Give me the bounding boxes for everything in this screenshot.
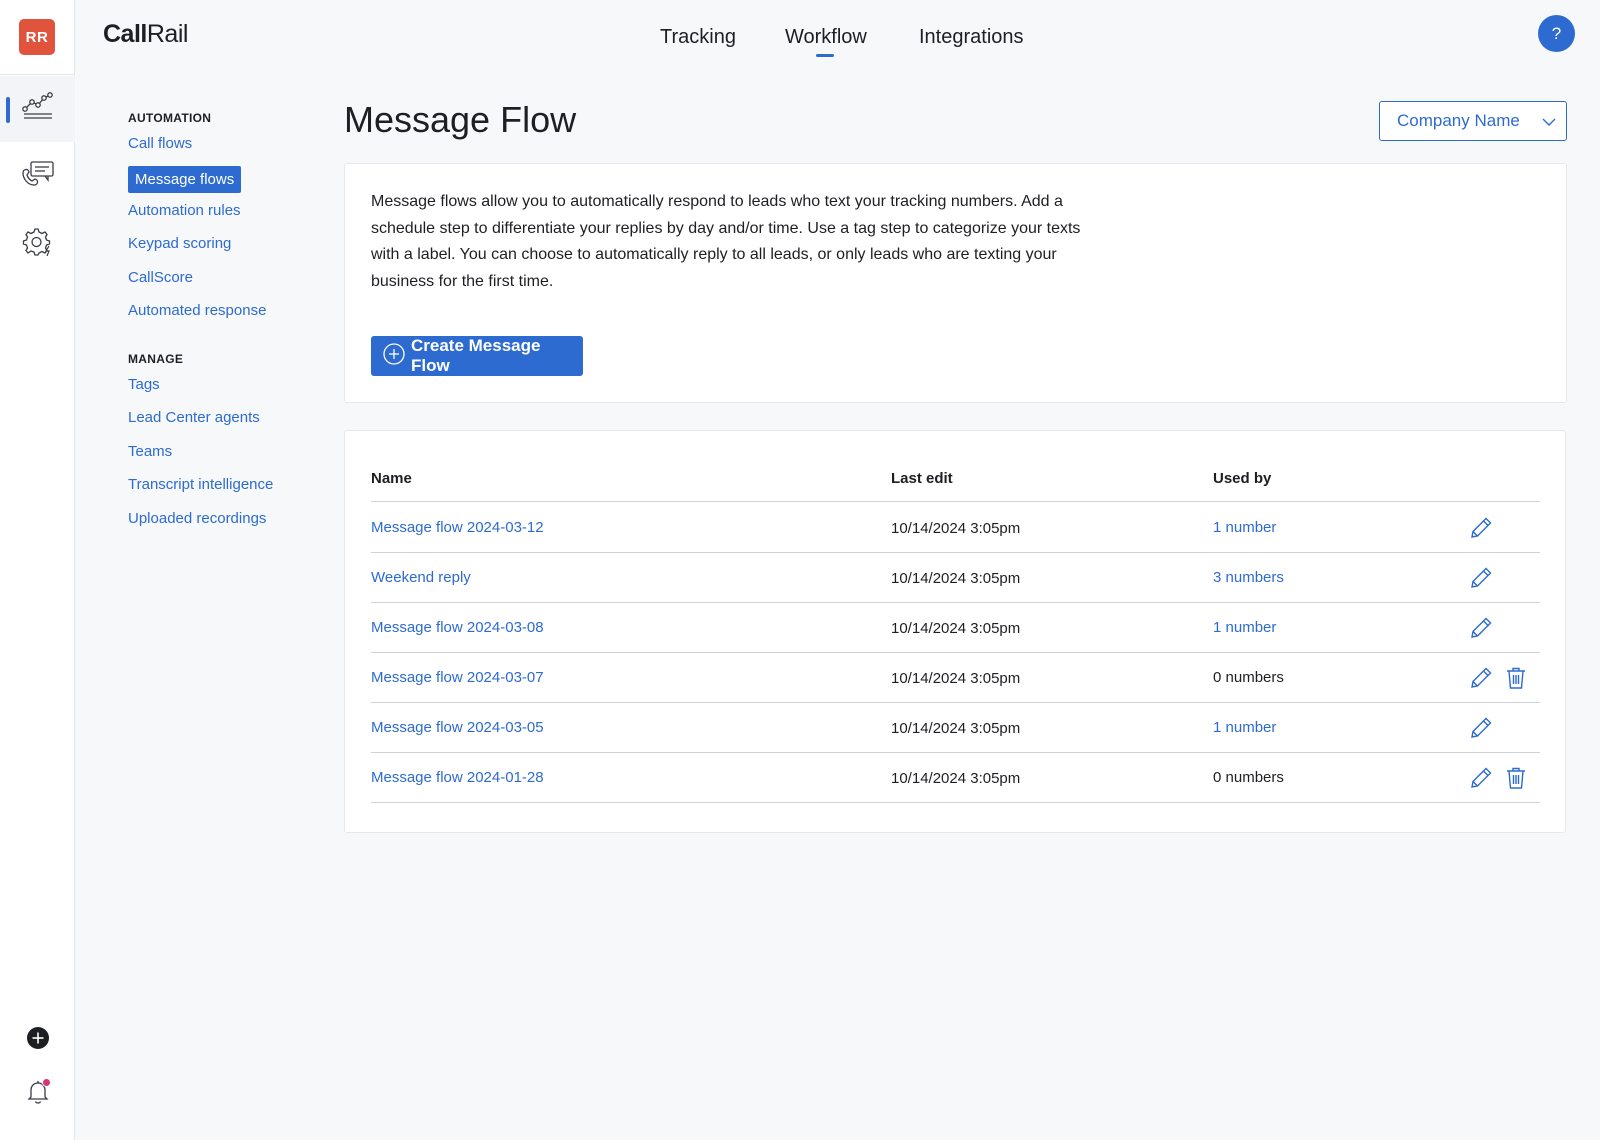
notification-dot — [41, 1078, 51, 1087]
used-by-value[interactable]: 1 number — [1213, 519, 1276, 536]
table-row: Weekend reply 10/14/2024 3:05pm 3 numbers — [371, 552, 1540, 602]
top-navigation: Tracking Workflow Integrations — [0, 26, 1600, 66]
last-edit-value: 10/14/2024 3:05pm — [891, 520, 1021, 537]
callrail-logo[interactable]: CallRail — [103, 20, 188, 49]
sidebar-item-callscore[interactable]: CallScore — [128, 266, 318, 300]
page-title: Message Flow — [344, 99, 577, 140]
used-by-value[interactable]: 3 numbers — [1213, 569, 1284, 586]
logo-bold-text: Call — [103, 20, 147, 48]
table-row: Message flow 2024-03-07 10/14/2024 3:05pm… — [371, 652, 1540, 702]
automation-heading: AUTOMATION — [128, 111, 212, 125]
used-by-value: 0 numbers — [1213, 669, 1284, 686]
rail-notifications-button[interactable] — [0, 1072, 75, 1112]
workflow-sidebar: AUTOMATION Call flows Message flows Auto… — [128, 111, 318, 540]
used-by-value[interactable]: 1 number — [1213, 619, 1276, 636]
sidebar-item-message-flows[interactable]: Message flows — [128, 165, 242, 193]
last-edit-value: 10/14/2024 3:05pm — [891, 770, 1021, 787]
add-circle-icon — [26, 1026, 50, 1055]
rail-conversations-button[interactable] — [0, 143, 75, 209]
edit-pencil-icon[interactable] — [1468, 665, 1494, 691]
create-button-label: Create Message Flow — [411, 336, 541, 375]
last-edit-value: 10/14/2024 3:05pm — [891, 720, 1021, 737]
sidebar-item-keypad-scoring[interactable]: Keypad scoring — [128, 232, 318, 266]
company-select-value: Company Name — [1397, 111, 1520, 130]
description-text: Message flows allow you to automatically… — [371, 193, 1081, 290]
sidebar-item-lead-center-agents[interactable]: Lead Center agents — [128, 406, 318, 440]
rail-divider — [0, 74, 75, 75]
rail-analytics-button[interactable] — [0, 76, 75, 142]
edit-pencil-icon[interactable] — [1468, 765, 1494, 791]
chevron-down-icon — [1542, 114, 1556, 134]
intro-card: Message flows allow you to automatically… — [344, 163, 1567, 403]
nav-tab-tracking[interactable]: Tracking — [660, 26, 736, 49]
help-button[interactable]: ? — [1538, 15, 1575, 52]
used-by-value[interactable]: 1 number — [1213, 719, 1276, 736]
table-row: Message flow 2024-03-12 10/14/2024 3:05pm… — [371, 502, 1540, 552]
flow-name-link[interactable]: Message flow 2024-03-08 — [371, 619, 544, 636]
add-circle-outline-icon — [383, 342, 411, 370]
sidebar-item-transcript-intelligence[interactable]: Transcript intelligence — [128, 473, 318, 507]
rail-add-button[interactable] — [0, 1020, 75, 1060]
used-by-value: 0 numbers — [1213, 769, 1284, 786]
notification-bell-icon — [25, 1078, 51, 1106]
column-header-used-by[interactable]: Used by — [1213, 470, 1271, 487]
edit-pencil-icon[interactable] — [1468, 715, 1494, 741]
table-row: Message flow 2024-01-28 10/14/2024 3:05pm… — [371, 752, 1540, 802]
nav-tab-workflow[interactable]: Workflow — [785, 26, 867, 49]
nav-active-underline — [816, 54, 834, 57]
flow-name-link[interactable]: Message flow 2024-03-07 — [371, 669, 544, 686]
edit-pencil-icon[interactable] — [1468, 515, 1494, 541]
flow-name-link[interactable]: Message flow 2024-03-12 — [371, 519, 544, 536]
table-row: Message flow 2024-03-05 10/14/2024 3:05pm… — [371, 702, 1540, 752]
sidebar-item-teams[interactable]: Teams — [128, 440, 318, 474]
flow-name-link[interactable]: Weekend reply — [371, 569, 471, 586]
rail-automation-button[interactable] — [0, 210, 75, 276]
flow-name-link[interactable]: Message flow 2024-01-28 — [371, 769, 544, 786]
flow-name-link[interactable]: Message flow 2024-03-05 — [371, 719, 544, 736]
sidebar-item-automated-response[interactable]: Automated response — [128, 299, 318, 333]
last-edit-value: 10/14/2024 3:05pm — [891, 670, 1021, 687]
edit-pencil-icon[interactable] — [1468, 565, 1494, 591]
icon-rail: RR — [0, 0, 75, 1140]
sidebar-item-call-flows[interactable]: Call flows — [128, 132, 318, 166]
automation-gear-icon — [22, 226, 54, 261]
logo-light-text: Rail — [146, 20, 189, 48]
user-avatar[interactable]: RR — [19, 19, 55, 55]
help-question-icon: ? — [1551, 23, 1562, 43]
sidebar-item-tags[interactable]: Tags — [128, 373, 318, 407]
sidebar-item-uploaded-recordings[interactable]: Uploaded recordings — [128, 507, 318, 541]
conversations-icon — [20, 159, 56, 194]
last-edit-value: 10/14/2024 3:05pm — [891, 570, 1021, 587]
message-flows-table: Name Last edit Used by Message flow 2024… — [344, 430, 1566, 833]
sidebar-item-automation-rules[interactable]: Automation rules — [128, 199, 318, 233]
manage-heading: MANAGE — [128, 351, 184, 366]
column-header-last-edit[interactable]: Last edit — [891, 470, 953, 487]
table-row: Message flow 2024-03-08 10/14/2024 3:05pm… — [371, 602, 1540, 652]
column-header-name[interactable]: Name — [371, 470, 412, 487]
analytics-chart-icon — [21, 91, 54, 127]
company-select-dropdown[interactable]: Company Name — [1379, 101, 1567, 141]
nav-tab-integrations[interactable]: Integrations — [919, 26, 1024, 49]
edit-pencil-icon[interactable] — [1468, 615, 1494, 641]
active-indicator — [6, 97, 10, 123]
delete-trash-icon[interactable] — [1505, 666, 1527, 690]
row-divider — [371, 802, 1540, 803]
create-message-flow-button[interactable]: Create Message Flow — [371, 336, 583, 376]
last-edit-value: 10/14/2024 3:05pm — [891, 620, 1021, 637]
delete-trash-icon[interactable] — [1505, 766, 1527, 790]
